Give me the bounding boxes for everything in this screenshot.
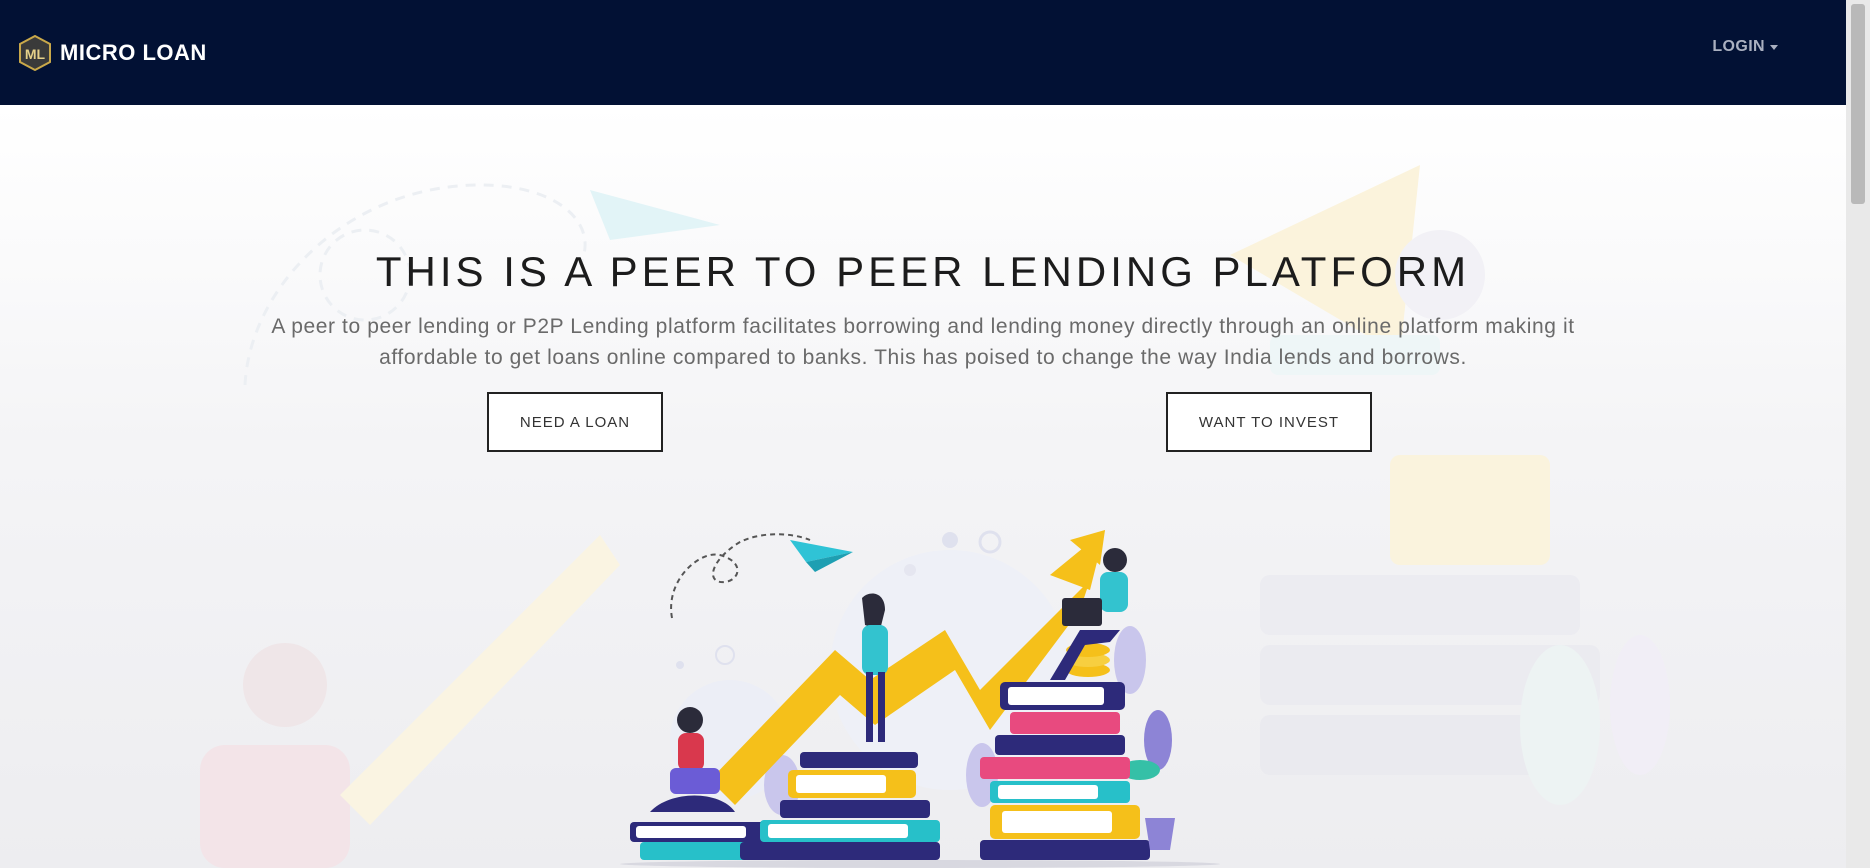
- need-a-loan-button[interactable]: NEED A LOAN: [487, 392, 663, 452]
- brand-link[interactable]: ML MICRO LOAN: [18, 34, 207, 71]
- top-navbar: ML MICRO LOAN LOGIN: [0, 0, 1846, 105]
- want-to-invest-button[interactable]: WANT TO INVEST: [1166, 392, 1372, 452]
- hero-title: THIS IS A PEER TO PEER LENDING PLATFORM: [375, 248, 1471, 295]
- brand-logo-icon: ML: [19, 34, 51, 71]
- caret-down-icon: [1770, 44, 1778, 50]
- peer-lending-growth-illustration: [620, 530, 1220, 868]
- login-label: LOGIN: [1712, 38, 1765, 55]
- svg-text:ML: ML: [25, 46, 46, 62]
- brand-name: MICRO LOAN: [60, 39, 207, 65]
- scrollbar-thumb[interactable]: [1851, 4, 1865, 204]
- login-dropdown[interactable]: LOGIN: [1712, 38, 1778, 56]
- hero-description: A peer to peer lending or P2P Lending pl…: [271, 315, 1575, 369]
- page-scrollbar[interactable]: [1846, 0, 1870, 868]
